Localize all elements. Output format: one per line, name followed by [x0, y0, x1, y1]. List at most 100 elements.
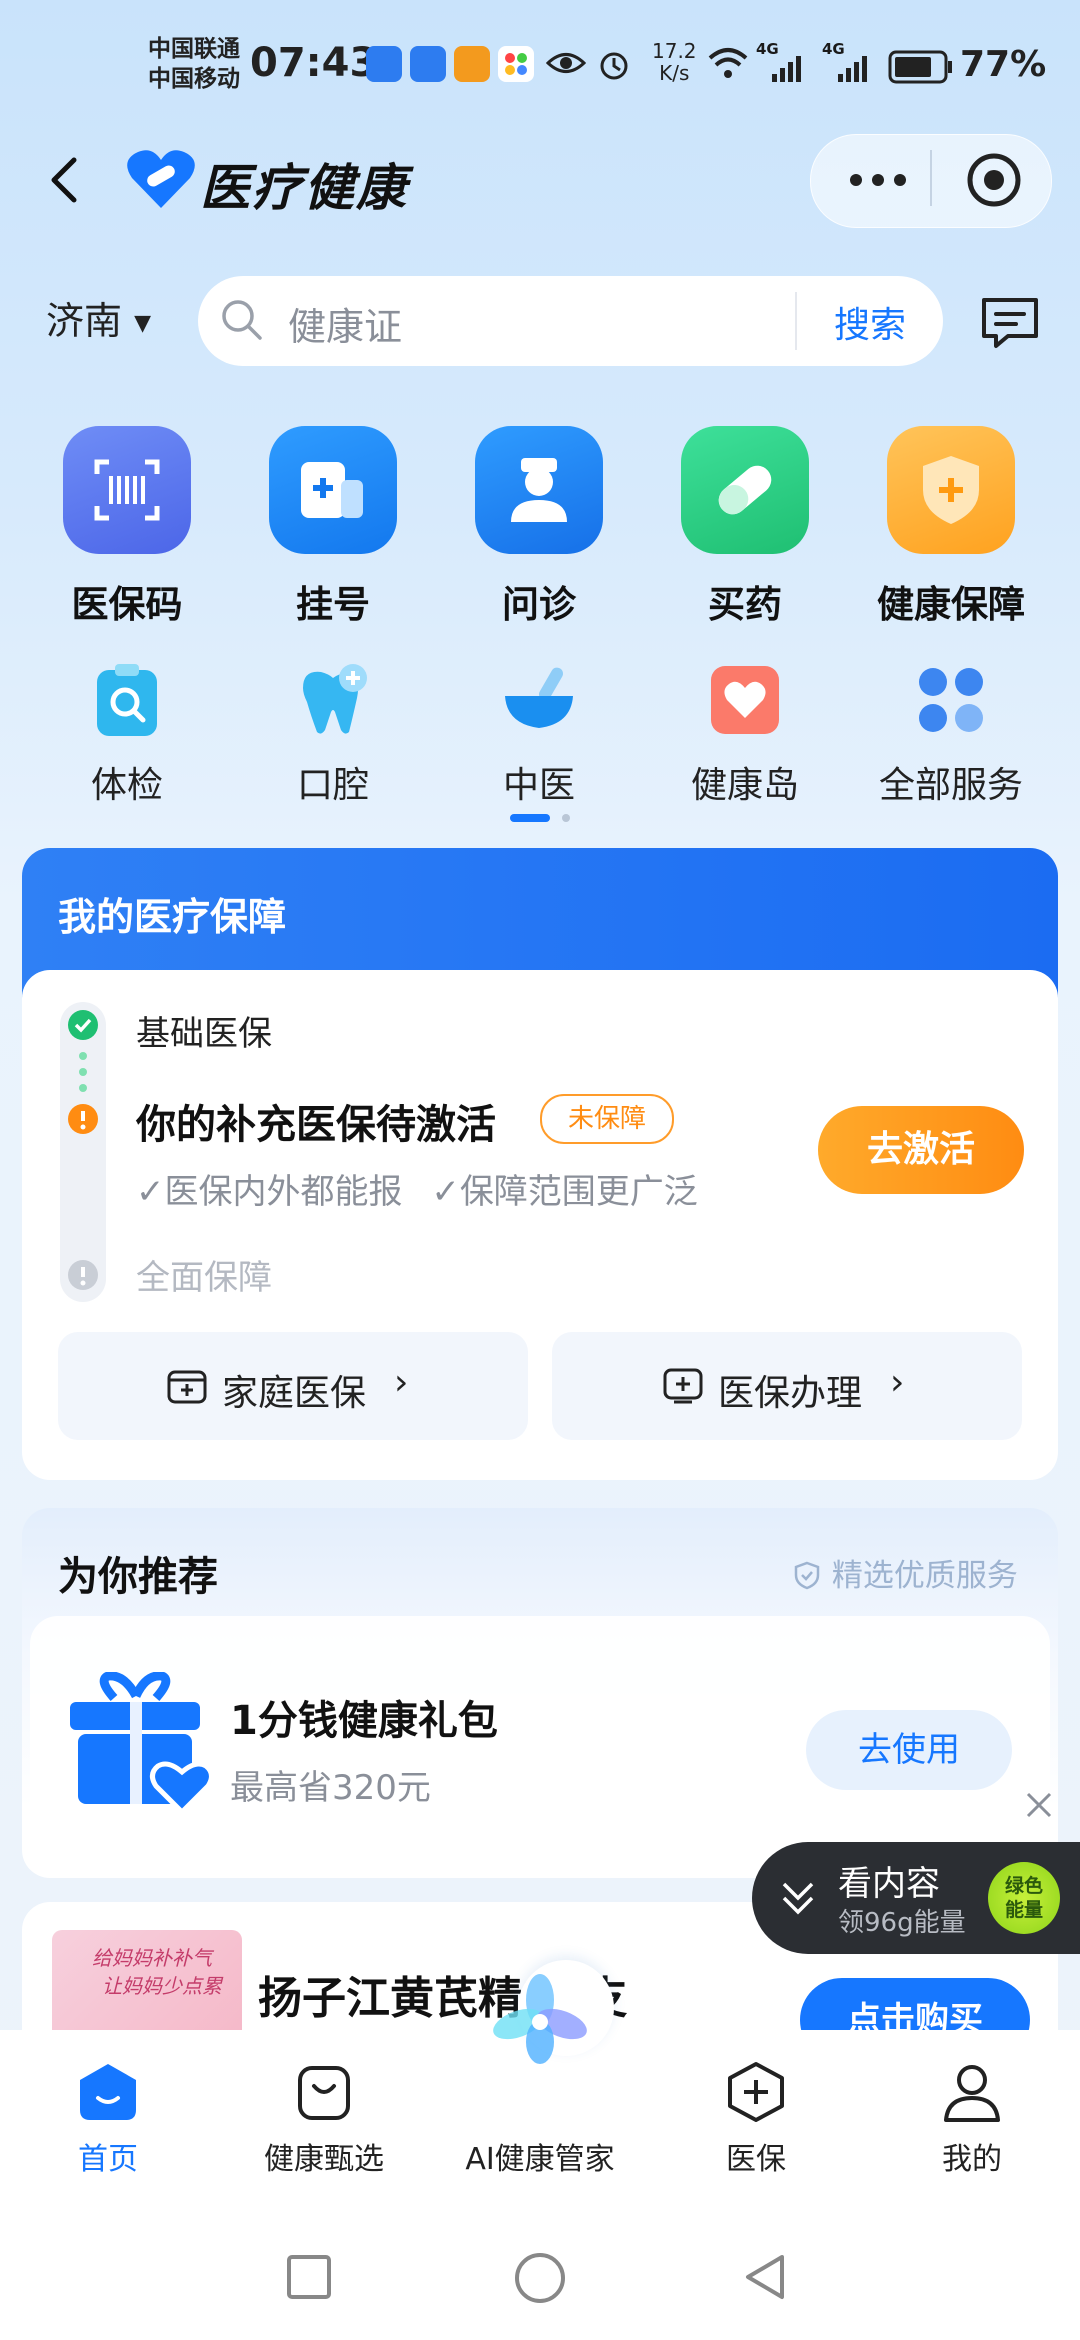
bus-app-icon-2: [410, 46, 446, 82]
mortar-icon: [499, 660, 579, 740]
card-plus-icon: [166, 1366, 208, 1410]
service-label: 口腔: [296, 765, 369, 806]
service-yibaoma[interactable]: 医保码: [27, 426, 227, 626]
service-zhongyi[interactable]: 中医: [439, 656, 639, 806]
progress-rail: [60, 1002, 106, 1302]
buy-button[interactable]: 点击购买: [800, 1978, 1030, 2032]
back-icon[interactable]: [36, 150, 96, 210]
product-image-caption-1: 给妈妈补补气: [92, 1946, 212, 1970]
signal-icon-1: [770, 52, 810, 86]
service-label: 买药: [708, 583, 782, 626]
service-label: 中医: [502, 765, 575, 806]
insurance-handle-button[interactable]: 医保办理 ›: [552, 1332, 1022, 1440]
search-divider: [795, 292, 797, 350]
clipboard-search-icon: [87, 660, 167, 740]
service-all[interactable]: 全部服务: [851, 656, 1051, 806]
tab-label-selection: 健康甄选: [264, 2142, 384, 2177]
step-full: 全面保障: [136, 1258, 272, 1298]
home-circle-icon[interactable]: [512, 2250, 568, 2310]
tab-selection[interactable]: [216, 2030, 432, 2220]
status-badge: 未保障: [540, 1094, 674, 1144]
insurance-handle-label: 医保办理: [718, 1373, 863, 1414]
carrier-2: 中国移动: [148, 66, 240, 92]
status-bar: 中国联通 中国移动 07:43 17.2 K/s 4G 4G 77%: [0, 0, 1080, 130]
medical-shield-icon: [724, 2060, 788, 2128]
tab-home[interactable]: [0, 2030, 216, 2220]
chevron-right-icon: ›: [394, 1362, 409, 1403]
capsule-divider: [930, 150, 932, 206]
activate-button[interactable]: 去激活: [818, 1106, 1024, 1194]
battery-percent: 77%: [960, 44, 1047, 85]
recent-apps-icon[interactable]: [284, 2252, 334, 2306]
green-energy-badge: 绿色 能量: [988, 1862, 1060, 1934]
gift-icon: [64, 1671, 214, 1826]
service-label: 医保码: [71, 583, 183, 626]
chat-plus-icon: [662, 1366, 704, 1410]
app-title: 医疗健康: [200, 159, 408, 217]
rail-dot: [79, 1052, 87, 1060]
energy-float-pill[interactable]: 看内容 领96g能量 绿色 能量: [752, 1842, 1080, 1954]
search-button[interactable]: 搜索: [800, 296, 940, 348]
float-title: 看内容: [838, 1864, 940, 1904]
service-tijian[interactable]: 体检: [27, 656, 227, 806]
double-chevron-down-icon: [778, 1876, 818, 1924]
rail-dot: [79, 1084, 87, 1092]
imou-app-icon: [454, 46, 490, 82]
page-indicator-dot: [562, 814, 570, 822]
target-icon[interactable]: [964, 150, 1024, 214]
city-selector[interactable]: 济南 ▼: [46, 290, 151, 345]
rail-dot: [79, 1068, 87, 1076]
close-icon[interactable]: [1022, 1788, 1056, 1826]
back-triangle-icon[interactable]: [740, 2252, 790, 2306]
insurance-title: 我的医疗保障: [58, 895, 287, 939]
use-button[interactable]: 去使用: [806, 1710, 1012, 1790]
battery-icon: [888, 50, 954, 88]
service-guahao[interactable]: 挂号: [233, 426, 433, 626]
service-kouqiang[interactable]: 口腔: [233, 656, 433, 806]
family-insurance-label: 家庭医保: [222, 1373, 367, 1414]
clock: 07:43: [250, 40, 378, 86]
check-icon: ✓: [136, 1172, 165, 1212]
service-label: 全部服务: [878, 765, 1023, 806]
carrier-labels: 中国联通 中国移动: [148, 34, 240, 94]
step-supplement-title: 你的补充医保待激活: [136, 1102, 496, 1148]
tab-label-ai: AI健康管家: [465, 2142, 615, 2177]
benefit-1: 医保内外都能报: [164, 1172, 403, 1212]
heart-card-icon: [705, 660, 785, 740]
step-basic: 基础医保: [136, 1014, 272, 1054]
tooth-icon: [293, 660, 373, 740]
tab-ai[interactable]: [432, 1960, 648, 2220]
eye-icon: [545, 48, 587, 82]
wifi-icon: [706, 46, 750, 86]
warning-circle-icon: [66, 1102, 100, 1140]
user-icon: [940, 2060, 1004, 2128]
info-circle-icon: [66, 1258, 100, 1296]
service-wenzhen[interactable]: 问诊: [439, 426, 639, 626]
pill-icon: [681, 426, 809, 554]
tab-label-yibao: 医保: [726, 2142, 786, 2177]
service-label: 问诊: [502, 583, 576, 626]
service-maiyao[interactable]: 买药: [645, 426, 845, 626]
service-label: 体检: [90, 765, 163, 806]
family-insurance-button[interactable]: 家庭医保 ›: [58, 1332, 528, 1440]
benefit-2: 保障范围更广泛: [459, 1172, 698, 1212]
multicolor-app-icon: [498, 46, 534, 82]
product-image: 给妈妈补补气 让妈妈少点累: [52, 1930, 242, 2032]
message-icon[interactable]: [978, 290, 1042, 358]
service-baozhang[interactable]: 健康保障: [851, 426, 1051, 626]
tab-yibao[interactable]: [648, 2030, 864, 2220]
grid-icon: [911, 660, 991, 740]
register-icon: [269, 426, 397, 554]
shield-check-icon: [792, 1558, 832, 1594]
bag-icon: [292, 2060, 356, 2128]
doctor-icon: [475, 426, 603, 554]
recommend-subtitle-group: 精选优质服务: [792, 1550, 1018, 1595]
tab-mine[interactable]: [864, 2030, 1080, 2220]
page-indicator-active: [510, 814, 550, 822]
check-circle-icon: [66, 1008, 100, 1046]
recommend-item-desc: 最高省320元: [230, 1768, 431, 1808]
chevron-right-icon: ›: [890, 1362, 905, 1403]
service-label: 健康保障: [877, 583, 1025, 626]
service-jiankangdao[interactable]: 健康岛: [645, 656, 845, 806]
more-dots-icon[interactable]: [846, 160, 910, 204]
